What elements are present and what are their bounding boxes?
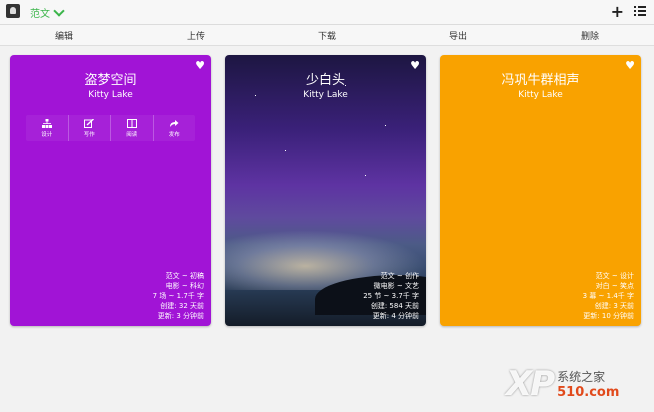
edit-button[interactable]: 编辑 <box>55 29 73 42</box>
card-title: 冯巩牛群相声 <box>501 73 580 88</box>
card-meta: 范文 ~ 创作 微电影 ~ 文艺 25 节 ~ 3.7千 字 创建: 584 天… <box>363 271 419 321</box>
project-card[interactable]: ♥ 盗梦空间 Kitty Lake 设计 写作 阅读 发布 范文 ~ 初稿 电影… <box>10 55 211 326</box>
card-updated: 更新: 3 分钟前 <box>157 312 204 320</box>
card-genre: 范文 ~ 设计 <box>595 272 634 280</box>
card-created: 创建: 32 天前 <box>160 302 204 310</box>
document-type-dropdown[interactable]: 范文 <box>30 5 65 20</box>
card-stats: 25 节 ~ 3.7千 字 <box>363 292 419 300</box>
card-meta: 范文 ~ 设计 对白 ~ 笑点 3 幕 ~ 1.4千 字 创建: 3 天前 更新… <box>583 271 634 321</box>
card-genre: 范文 ~ 创作 <box>380 272 419 280</box>
watermark-line2: 510.com <box>557 385 620 400</box>
card-category: 对白 ~ 笑点 <box>595 282 634 290</box>
delete-button[interactable]: 删除 <box>581 29 599 42</box>
write-label: 写作 <box>83 131 95 138</box>
project-card[interactable]: ♥ 冯巩牛群相声 Kitty Lake 范文 ~ 设计 对白 ~ 笑点 3 幕 … <box>440 55 641 326</box>
chevron-down-icon <box>53 5 65 17</box>
document-type-label: 范文 <box>30 9 50 20</box>
star <box>285 150 286 151</box>
card-category: 电影 ~ 科幻 <box>165 282 204 290</box>
export-button[interactable]: 导出 <box>449 29 467 42</box>
card-created: 创建: 584 天前 <box>370 302 419 310</box>
book-icon <box>126 118 137 128</box>
share-icon <box>170 119 179 127</box>
read-button[interactable]: 阅读 <box>111 115 154 141</box>
publish-label: 发布 <box>168 131 180 138</box>
edit-icon <box>84 118 95 128</box>
toolbar: 编辑 上传 下载 导出 删除 <box>0 25 654 46</box>
star <box>385 125 386 126</box>
card-stats: 3 幕 ~ 1.4千 字 <box>582 292 634 300</box>
card-title: 盗梦空间 <box>84 73 137 88</box>
card-updated: 更新: 10 分钟前 <box>583 312 634 320</box>
download-button[interactable]: 下载 <box>318 29 336 42</box>
card-author: Kitty Lake <box>303 90 348 100</box>
design-label: 设计 <box>41 131 53 138</box>
star <box>365 175 366 176</box>
card-author: Kitty Lake <box>88 90 133 100</box>
publish-button[interactable]: 发布 <box>154 115 196 141</box>
write-button[interactable]: 写作 <box>69 115 111 141</box>
sitemap-icon <box>41 118 52 128</box>
watermark-logo: XP <box>506 364 555 404</box>
read-label: 阅读 <box>126 131 138 138</box>
watermark-line1: 系统之家 <box>557 370 606 384</box>
card-stats: 7 场 ~ 1.7千 字 <box>152 292 204 300</box>
card-created: 创建: 3 天前 <box>594 302 634 310</box>
card-actions: 设计 写作 阅读 发布 <box>26 115 195 141</box>
design-button[interactable]: 设计 <box>26 115 69 141</box>
card-meta: 范文 ~ 初稿 电影 ~ 科幻 7 场 ~ 1.7千 字 创建: 32 天前 更… <box>153 271 204 321</box>
add-button[interactable]: + <box>611 2 624 21</box>
upload-button[interactable]: 上传 <box>187 29 205 42</box>
list-view-icon[interactable] <box>634 6 646 17</box>
card-genre: 范文 ~ 初稿 <box>165 272 204 280</box>
site-watermark: XP 系统之家 510.com <box>506 362 648 406</box>
project-card[interactable]: ♥ 少白头 Kitty Lake 范文 ~ 创作 微电影 ~ 文艺 25 节 ~… <box>225 55 426 326</box>
card-author: Kitty Lake <box>518 90 563 100</box>
app-logo-icon <box>6 4 20 18</box>
card-category: 微电影 ~ 文艺 <box>373 282 419 290</box>
card-updated: 更新: 4 分钟前 <box>372 312 419 320</box>
top-bar: 范文 + <box>0 0 654 25</box>
card-title: 少白头 <box>305 73 345 88</box>
